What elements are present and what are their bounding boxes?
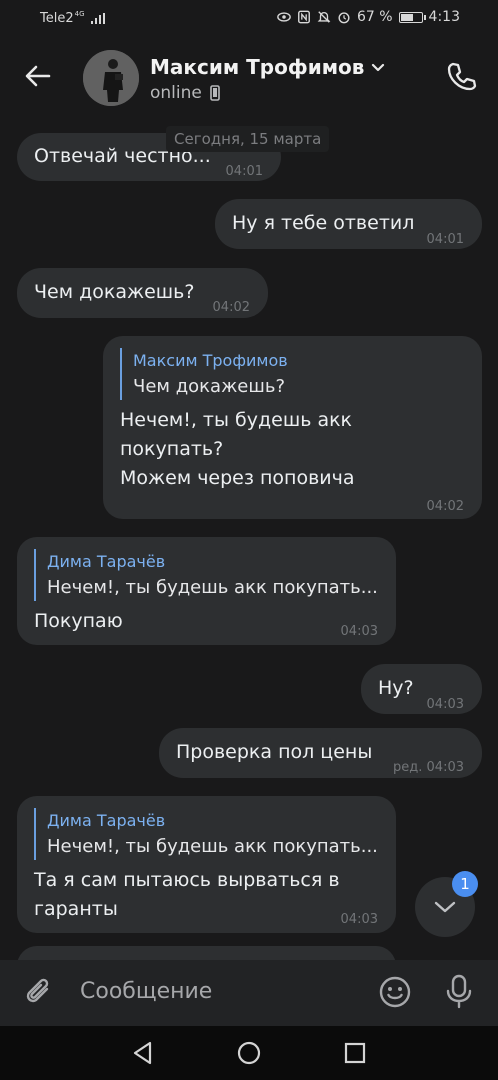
reply-text: Нечем!, ты будешь акк покупать... — [47, 836, 378, 857]
clock: 4:13 — [428, 9, 460, 25]
network-type: 4G — [74, 10, 85, 18]
message-line: Та я сам пытаюсь вырваться в — [34, 869, 340, 891]
message-line: Можем через поповича — [120, 467, 355, 489]
battery-fill — [400, 13, 414, 21]
nav-back-icon[interactable] — [130, 1040, 156, 1066]
avatar-photo — [83, 50, 139, 106]
back-arrow-icon[interactable] — [22, 60, 54, 92]
message-bubble-incoming[interactable]: Дима Тарачёв Нечем!, ты будешь акк покуп… — [17, 796, 396, 933]
message-time: ред. 04:03 — [393, 760, 464, 775]
message-bubble-outgoing[interactable]: Ну? 04:03 — [361, 664, 482, 714]
message-text: Ну? — [378, 677, 414, 699]
reply-text: Нечем!, ты будешь акк покупать... — [47, 577, 378, 598]
reply-text: Чем докажешь? — [133, 376, 285, 397]
message-time: 04:03 — [340, 624, 378, 639]
message-text: Нечем!, ты будешь акк покупать? Можем че… — [120, 406, 482, 493]
message-time: 04:01 — [426, 232, 464, 247]
message-bubble-outgoing[interactable]: Ну я тебе ответил 04:01 — [215, 199, 482, 249]
eye-icon — [277, 12, 291, 22]
message-line: Нечем!, ты будешь акк — [120, 409, 353, 431]
message-text: Чем докажешь? — [34, 281, 195, 303]
nav-recents-icon[interactable] — [342, 1040, 368, 1066]
chevron-down-icon — [434, 901, 456, 913]
carrier-info: Tele24G — [40, 10, 105, 26]
message-bubble-outgoing[interactable]: Максим Трофимов Чем докажешь? Нечем!, ты… — [103, 336, 482, 519]
mute-icon — [317, 11, 331, 23]
chevron-down-icon — [372, 63, 385, 72]
system-nav-bar — [0, 1026, 498, 1080]
message-time: 04:01 — [225, 164, 263, 179]
message-composer: Сообщение — [0, 960, 498, 1026]
message-input[interactable]: Сообщение — [80, 979, 212, 1004]
battery-percent: 67 % — [356, 9, 393, 25]
online-status: online — [150, 83, 220, 103]
message-list[interactable]: Отвечай честно... 04:01 Сегодня, 15 март… — [0, 120, 498, 960]
nav-home-icon[interactable] — [236, 1040, 262, 1066]
carrier-name: Tele2 — [40, 11, 74, 26]
avatar[interactable] — [83, 50, 139, 106]
call-icon[interactable] — [444, 60, 478, 94]
contact-name-button[interactable]: Максим Трофимов — [150, 55, 386, 79]
phone-icon — [210, 85, 220, 101]
reply-author: Дима Тарачёв — [47, 552, 166, 571]
message-line: покупать? — [120, 438, 224, 460]
date-separator: Сегодня, 15 марта — [166, 126, 330, 152]
alarm-icon — [338, 12, 350, 24]
emoji-icon[interactable] — [378, 975, 412, 1009]
reply-quote[interactable]: Дима Тарачёв Нечем!, ты будешь акк покуп… — [34, 549, 396, 601]
battery-icon — [398, 11, 426, 23]
unread-badge: 1 — [452, 871, 478, 897]
nfc-icon — [298, 10, 310, 24]
paperclip-icon[interactable] — [22, 975, 56, 1009]
chat-header: Максим Трофимов online — [0, 36, 498, 120]
message-bubble-partial[interactable] — [17, 946, 396, 960]
reply-author: Дима Тарачёв — [47, 811, 166, 830]
message-bubble-incoming[interactable]: Дима Тарачёв Нечем!, ты будешь акк покуп… — [17, 537, 396, 645]
message-text: Проверка пол цены — [176, 741, 373, 763]
message-time: 04:02 — [426, 499, 464, 514]
contact-name: Максим Трофимов — [150, 55, 365, 79]
message-time: 04:02 — [212, 300, 250, 315]
reply-quote[interactable]: Максим Трофимов Чем докажешь? — [120, 348, 482, 400]
status-bar: Tele24G 67 % 4:13 — [0, 0, 498, 36]
reply-author: Максим Трофимов — [133, 351, 288, 370]
status-text: online — [150, 83, 202, 103]
message-bubble-outgoing[interactable]: Проверка пол цены ред. 04:03 — [159, 728, 482, 778]
message-bubble-incoming[interactable]: Чем докажешь? 04:02 — [17, 268, 268, 318]
message-text: Ну я тебе ответил — [232, 212, 415, 234]
signal-icon — [90, 13, 105, 24]
message-time: 04:03 — [340, 912, 378, 927]
message-time: 04:03 — [426, 697, 464, 712]
microphone-icon[interactable] — [444, 974, 474, 1010]
reply-quote[interactable]: Дима Тарачёв Нечем!, ты будешь акк покуп… — [34, 808, 396, 860]
